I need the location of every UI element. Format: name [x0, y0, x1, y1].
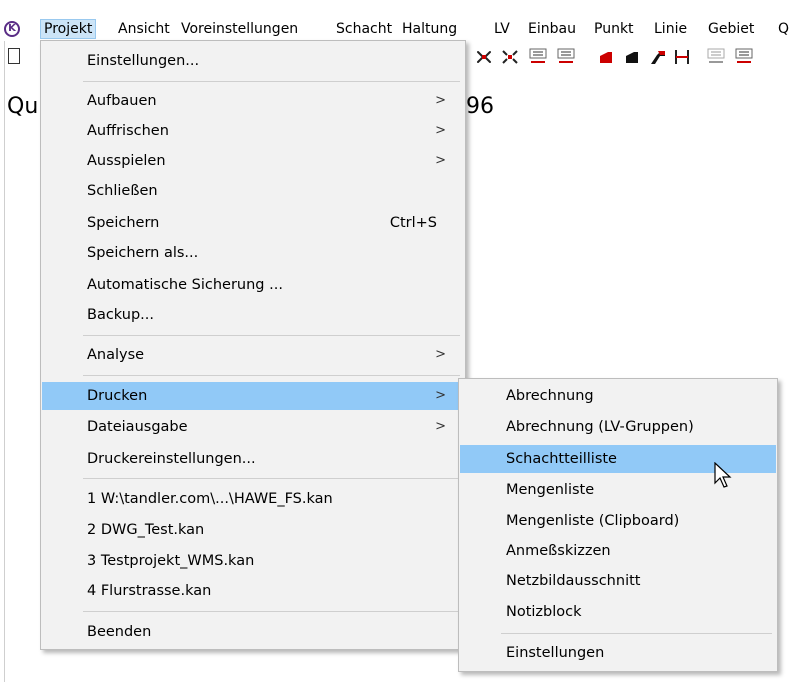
submenu-item-abrechnung[interactable]: Abrechnung	[460, 382, 776, 410]
menu-voreinstellungen[interactable]: Voreinstellungen	[181, 19, 298, 39]
menu-item-backup[interactable]: Backup...	[42, 301, 464, 329]
menu-separator	[83, 478, 460, 479]
menu-item-ausspielen[interactable]: Ausspielen >	[42, 147, 464, 175]
submenu-item-mengenliste-clipboard[interactable]: Mengenliste (Clipboard)	[460, 507, 776, 535]
drucken-submenu: Abrechnung Abrechnung (LV-Gruppen) Schac…	[458, 378, 778, 672]
submenu-item-abrechnung-lv-gruppen[interactable]: Abrechnung (LV-Gruppen)	[460, 413, 776, 441]
submenu-item-netzbildausschnitt[interactable]: Netzbildausschnitt	[460, 567, 776, 595]
black-shape-icon[interactable]	[622, 48, 642, 66]
chevron-right-icon: >	[435, 347, 446, 362]
menu-gebiet[interactable]: Gebiet	[708, 19, 754, 39]
menu-separator	[501, 633, 772, 634]
submenu-item-notizblock[interactable]: Notizblock	[460, 598, 776, 626]
menu-schacht[interactable]: Schacht	[336, 19, 392, 39]
submenu-item-anmesskizzen[interactable]: Anmeßskizzen	[460, 537, 776, 565]
menu-ansicht[interactable]: Ansicht	[118, 19, 170, 39]
chevron-right-icon: >	[435, 388, 446, 403]
chevron-right-icon: >	[435, 419, 446, 434]
menu-einbau[interactable]: Einbau	[528, 19, 576, 39]
menu-item-analyse[interactable]: Analyse >	[42, 341, 464, 369]
menu-lv[interactable]: LV	[494, 19, 510, 39]
menu-separator	[83, 335, 460, 336]
recent-file-1[interactable]: 1 W:\tandler.com\...\HAWE_FS.kan	[42, 485, 464, 513]
node-gather-icon[interactable]	[500, 48, 520, 66]
menu-punkt[interactable]: Punkt	[594, 19, 634, 39]
menu-item-druckereinstellungen[interactable]: Druckereinstellungen...	[42, 445, 464, 473]
red-shape-left-icon[interactable]	[596, 48, 616, 66]
app-logo-icon[interactable]: K	[4, 21, 20, 37]
recent-file-2[interactable]: 2 DWG_Test.kan	[42, 516, 464, 544]
chevron-right-icon: >	[435, 123, 446, 138]
menu-item-schliessen[interactable]: Schließen	[42, 177, 464, 205]
canvas-text-left: Qu	[7, 94, 39, 119]
menu-item-automatische-sicherung[interactable]: Automatische Sicherung ...	[42, 271, 464, 299]
menu-linie[interactable]: Linie	[654, 19, 687, 39]
list-in-icon[interactable]	[528, 48, 548, 66]
menu-separator	[83, 611, 460, 612]
menu-item-speichern-als[interactable]: Speichern als...	[42, 239, 464, 267]
menu-separator	[83, 81, 460, 82]
span-measure-icon[interactable]	[672, 48, 692, 66]
window-left-border	[4, 38, 5, 682]
menu-item-dateiausgabe[interactable]: Dateiausgabe >	[42, 413, 464, 441]
red-corner-icon[interactable]	[648, 48, 668, 66]
menu-item-aufbauen[interactable]: Aufbauen >	[42, 87, 464, 115]
node-scatter-icon[interactable]	[474, 48, 494, 66]
menu-separator	[83, 375, 460, 376]
menu-item-auffrischen[interactable]: Auffrischen >	[42, 117, 464, 145]
g-list-icon[interactable]	[706, 48, 726, 66]
menu-item-speichern[interactable]: Speichern Ctrl+S	[42, 209, 464, 237]
menu-haltung[interactable]: Haltung	[402, 19, 457, 39]
chevron-right-icon: >	[435, 93, 446, 108]
canvas-text-right: 96	[466, 94, 494, 119]
menu-q[interactable]: Q	[778, 19, 789, 39]
menu-item-beenden[interactable]: Beenden	[42, 618, 464, 646]
menu-item-drucken[interactable]: Drucken >	[42, 382, 464, 410]
recent-file-3[interactable]: 3 Testprojekt_WMS.kan	[42, 547, 464, 575]
menu-projekt[interactable]: Projekt	[40, 19, 97, 39]
shortcut-label: Ctrl+S	[389, 215, 437, 231]
mouse-pointer-icon	[714, 462, 732, 488]
submenu-item-einstellungen[interactable]: Einstellungen	[460, 639, 776, 667]
s-list-icon[interactable]	[734, 48, 754, 66]
list-out-icon[interactable]	[556, 48, 576, 66]
recent-file-4[interactable]: 4 Flurstrasse.kan	[42, 577, 464, 605]
new-document-icon[interactable]	[8, 48, 20, 64]
chevron-right-icon: >	[435, 153, 446, 168]
projekt-menu: Einstellungen... Aufbauen > Auffrischen > …	[40, 40, 466, 650]
menu-item-einstellungen[interactable]: Einstellungen...	[42, 47, 464, 75]
